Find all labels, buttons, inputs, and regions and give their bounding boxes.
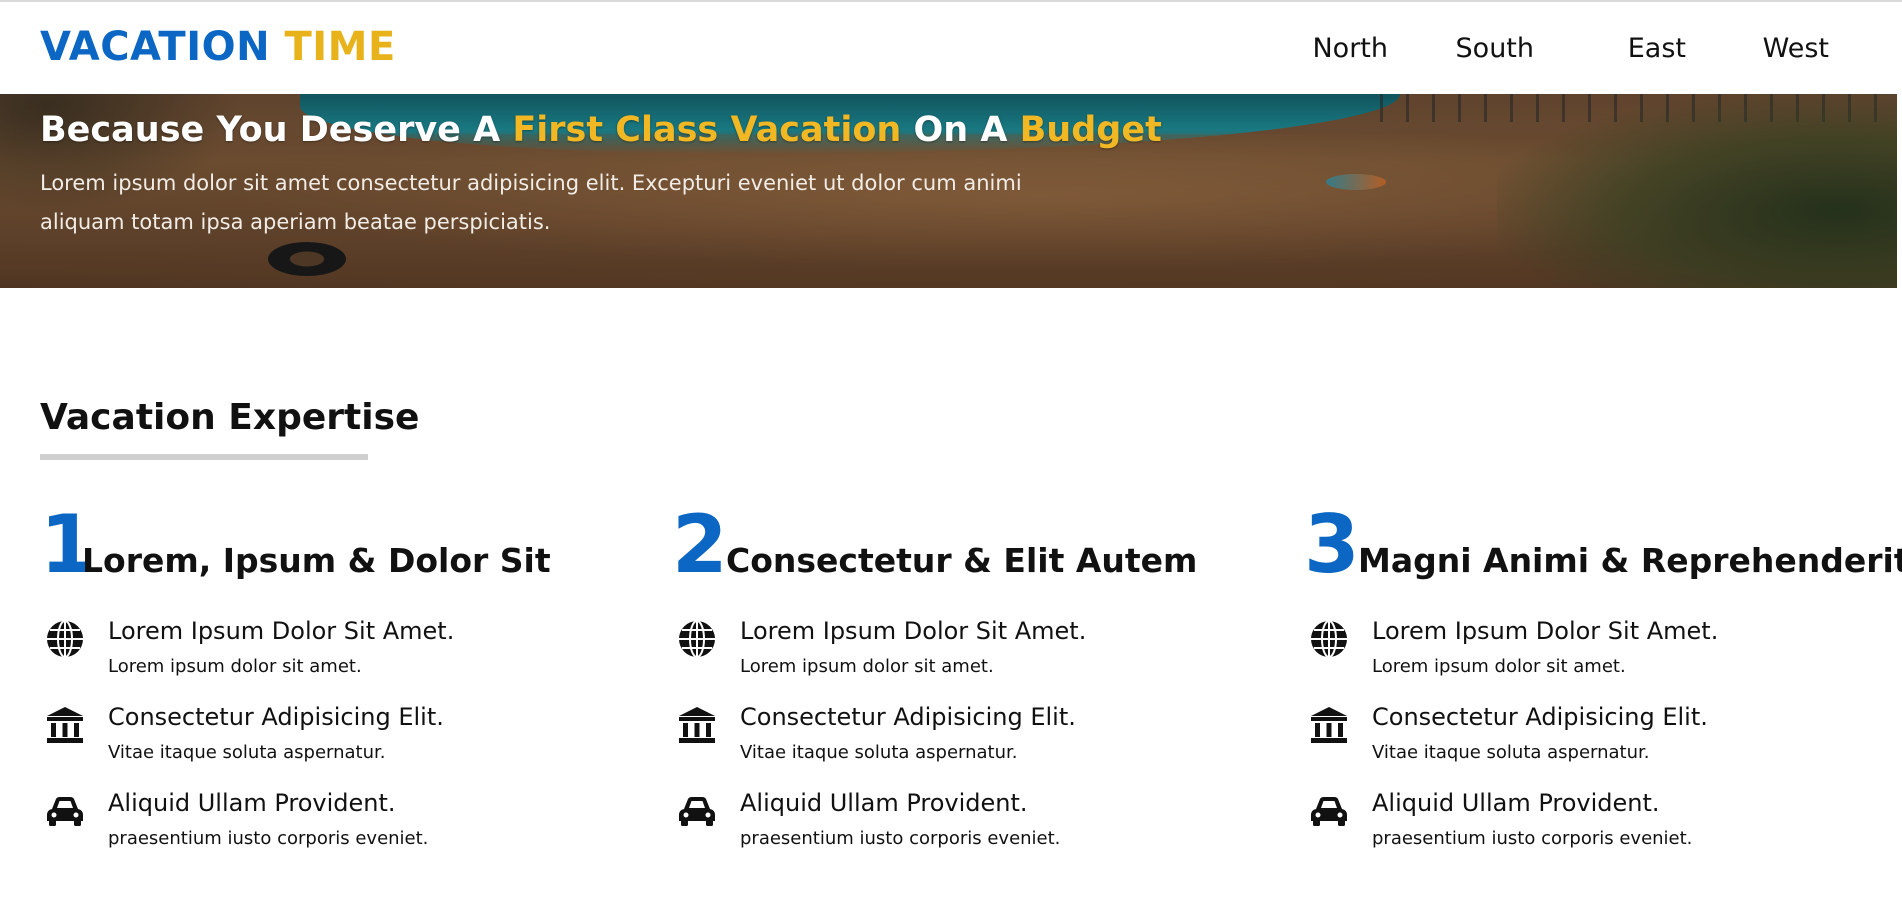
logo-word-vacation: VACATION	[40, 24, 271, 70]
hero-title-highlight1: First Class Vacation	[512, 110, 902, 150]
feature-item-title: Aliquid Ullam Provident.	[1372, 789, 1660, 817]
feature-item: Aliquid Ullam Provident. praesentium ius…	[40, 787, 640, 867]
feature-item-title: Lorem Ipsum Dolor Sit Amet.	[740, 617, 1087, 645]
feature-item: Lorem Ipsum Dolor Sit Amet. Lorem ipsum …	[1304, 615, 1902, 695]
feature-number: 2	[672, 498, 728, 591]
car-icon	[47, 797, 83, 826]
feature-column-header: 3 Magni Animi & Reprehenderit	[1304, 505, 1902, 585]
feature-item-title: Aliquid Ullam Provident.	[740, 789, 1028, 817]
site-header: VACATION TIME North South East West	[0, 2, 1902, 94]
globe-icon	[47, 620, 83, 658]
feature-item-title: Consectetur Adipisicing Elit.	[1372, 703, 1708, 731]
feature-item: Aliquid Ullam Provident. praesentium ius…	[672, 787, 1272, 867]
hero-banner: Because You Deserve A First Class Vacati…	[0, 94, 1897, 288]
feature-item: Consectetur Adipisicing Elit. Vitae itaq…	[40, 701, 640, 781]
car-icon	[679, 797, 715, 826]
feature-column-1: 1 Lorem, Ipsum & Dolor Sit Lorem Ipsum D…	[40, 505, 640, 850]
section-title-underline	[40, 454, 368, 460]
feature-item-subtitle: Vitae itaque soluta aspernatur.	[108, 742, 386, 763]
feature-item-subtitle: Lorem ipsum dolor sit amet.	[1372, 656, 1626, 677]
hero-title-part1: Because You Deserve A	[40, 110, 513, 150]
feature-item-title: Consectetur Adipisicing Elit.	[108, 703, 444, 731]
hero-title-highlight2: Budget	[1019, 110, 1162, 150]
feature-column-3: 3 Magni Animi & Reprehenderit Lorem Ipsu…	[1304, 505, 1902, 850]
feature-item: Lorem Ipsum Dolor Sit Amet. Lorem ipsum …	[672, 615, 1272, 695]
university-icon	[1311, 707, 1347, 743]
nav-link-west[interactable]: West	[1763, 32, 1829, 66]
car-icon	[1311, 797, 1347, 826]
feature-number: 3	[1304, 498, 1360, 591]
feature-title: Lorem, Ipsum & Dolor Sit	[82, 541, 551, 580]
feature-item-title: Lorem Ipsum Dolor Sit Amet.	[1372, 617, 1719, 645]
hero-description: Lorem ipsum dolor sit amet consectetur a…	[40, 171, 1022, 234]
feature-item: Consectetur Adipisicing Elit. Vitae itaq…	[672, 701, 1272, 781]
feature-item-title: Consectetur Adipisicing Elit.	[740, 703, 1076, 731]
section-title: Vacation Expertise	[40, 397, 420, 438]
feature-item-title: Aliquid Ullam Provident.	[108, 789, 396, 817]
hero-title-part2: On A	[901, 110, 1020, 150]
feature-item-subtitle: Vitae itaque soluta aspernatur.	[740, 742, 1018, 763]
feature-column-header: 2 Consectetur & Elit Autem	[672, 505, 1272, 585]
feature-item: Consectetur Adipisicing Elit. Vitae itaq…	[1304, 701, 1902, 781]
university-icon	[679, 707, 715, 743]
university-icon	[47, 707, 83, 743]
feature-item-subtitle: Lorem ipsum dolor sit amet.	[108, 656, 362, 677]
feature-item-subtitle: praesentium iusto corporis eveniet.	[740, 828, 1061, 849]
feature-item-title: Lorem Ipsum Dolor Sit Amet.	[108, 617, 455, 645]
site-logo[interactable]: VACATION TIME	[40, 24, 396, 70]
hero-title: Because You Deserve A First Class Vacati…	[40, 108, 1162, 152]
nav-link-north[interactable]: North	[1312, 32, 1388, 66]
feature-item: Lorem Ipsum Dolor Sit Amet. Lorem ipsum …	[40, 615, 640, 695]
feature-column-2: 2 Consectetur & Elit Autem Lorem Ipsum D…	[672, 505, 1272, 850]
feature-title: Magni Animi & Reprehenderit	[1358, 541, 1902, 580]
logo-word-time: TIME	[284, 24, 396, 70]
feature-column-header: 1 Lorem, Ipsum & Dolor Sit	[40, 505, 640, 585]
nav-link-east[interactable]: East	[1628, 32, 1686, 66]
nav-link-south[interactable]: South	[1456, 32, 1534, 66]
globe-icon	[1311, 620, 1347, 658]
feature-item: Aliquid Ullam Provident. praesentium ius…	[1304, 787, 1902, 867]
feature-item-subtitle: Lorem ipsum dolor sit amet.	[740, 656, 994, 677]
feature-item-subtitle: Vitae itaque soluta aspernatur.	[1372, 742, 1650, 763]
feature-item-subtitle: praesentium iusto corporis eveniet.	[108, 828, 429, 849]
feature-item-subtitle: praesentium iusto corporis eveniet.	[1372, 828, 1693, 849]
globe-icon	[679, 620, 715, 658]
feature-title: Consectetur & Elit Autem	[726, 541, 1198, 580]
